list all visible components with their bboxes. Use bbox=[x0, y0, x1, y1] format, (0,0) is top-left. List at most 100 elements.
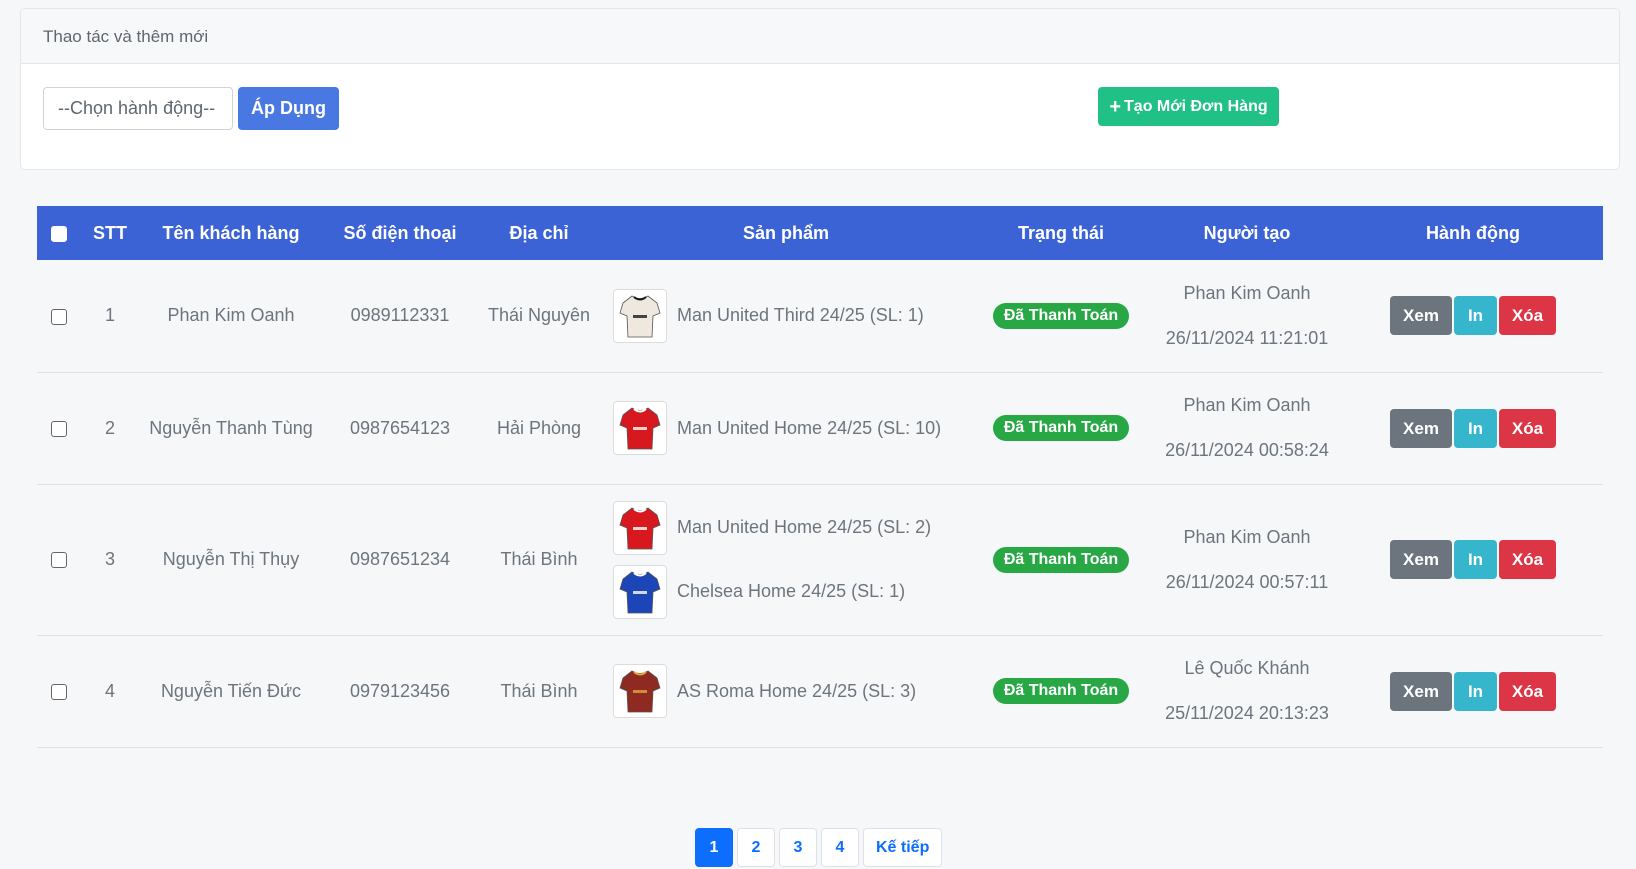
column-header: STT bbox=[93, 222, 127, 243]
row-checkbox[interactable] bbox=[51, 683, 67, 700]
row-select-cell bbox=[37, 484, 81, 636]
customer-name: Nguyễn Tiến Đức bbox=[139, 635, 323, 748]
product-name: Man United Third 24/25 (SL: 1) bbox=[677, 305, 924, 326]
status-cell: Đã Thanh Toán bbox=[971, 372, 1151, 485]
jersey-icon bbox=[619, 571, 661, 613]
page-button-4[interactable]: 4 bbox=[821, 828, 859, 867]
next-page-button[interactable]: Kế tiếp bbox=[863, 828, 943, 867]
status-cell: Đã Thanh Toán bbox=[971, 260, 1151, 373]
products-cell: Man United Home 24/25 (SL: 2) Chelsea Ho… bbox=[601, 484, 971, 636]
pagination: 1 2 3 4 Kế tiếp bbox=[695, 828, 943, 867]
status-badge: Đã Thanh Toán bbox=[992, 302, 1130, 329]
row-select-cell bbox=[37, 372, 81, 485]
delete-button[interactable]: Xóa bbox=[1499, 408, 1556, 448]
created-at: 26/11/2024 00:58:24 bbox=[1165, 440, 1329, 460]
orders-table: STT Tên khách hàng Số điện thoại Địa chỉ… bbox=[37, 206, 1603, 748]
jersey-thumbnail bbox=[613, 664, 667, 718]
page-button-1[interactable]: 1 bbox=[695, 828, 733, 867]
column-header: Người tạo bbox=[1203, 222, 1291, 243]
row-checkbox[interactable] bbox=[51, 308, 67, 325]
create-order-label: Tạo Mới Đơn Hàng bbox=[1124, 97, 1268, 115]
row-checkbox[interactable] bbox=[51, 420, 67, 437]
product-line: Man United Third 24/25 (SL: 1) bbox=[613, 286, 971, 346]
jersey-thumbnail bbox=[613, 564, 667, 619]
creator-name: Phan Kim Oanh bbox=[1183, 282, 1311, 303]
customer-name: Nguyễn Thanh Tùng bbox=[139, 372, 323, 485]
select-all-cell bbox=[37, 206, 81, 260]
product-name: Chelsea Home 24/25 (SL: 1) bbox=[677, 581, 906, 601]
product-line: Man United Home 24/25 (SL: 10) bbox=[613, 398, 971, 458]
column-header: Hành động bbox=[1426, 222, 1520, 243]
apply-button[interactable]: Áp Dụng bbox=[238, 87, 339, 130]
column-header: Số điện thoại bbox=[343, 222, 457, 243]
creator-name: Phan Kim Oanh bbox=[1183, 526, 1311, 547]
creator-cell: Lê Quốc Khánh 25/11/2024 20:13:23 bbox=[1151, 635, 1343, 748]
customer-name: Nguyễn Thị Thụy bbox=[139, 484, 323, 636]
actions-cell: Xem In Xóa bbox=[1343, 484, 1603, 636]
page-button-3[interactable]: 3 bbox=[779, 828, 817, 867]
action-panel: Thao tác và thêm mới --Chọn hành động-- … bbox=[20, 8, 1620, 170]
products-cell: Man United Home 24/25 (SL: 10) bbox=[601, 372, 971, 485]
row-index: 2 bbox=[81, 372, 139, 485]
print-button[interactable]: In bbox=[1454, 408, 1497, 448]
jersey-icon bbox=[619, 670, 661, 713]
delete-button[interactable]: Xóa bbox=[1499, 540, 1556, 579]
address: Hải Phòng bbox=[477, 372, 601, 485]
customer-name: Phan Kim Oanh bbox=[139, 260, 323, 373]
delete-button[interactable]: Xóa bbox=[1499, 296, 1556, 336]
create-order-button[interactable]: + Tạo Mới Đơn Hàng bbox=[1098, 87, 1279, 126]
print-button[interactable]: In bbox=[1454, 540, 1497, 579]
status-cell: Đã Thanh Toán bbox=[971, 635, 1151, 748]
plus-icon: + bbox=[1109, 95, 1122, 118]
column-header: Sản phẩm bbox=[742, 222, 830, 243]
phone-number: 0987651234 bbox=[323, 484, 477, 636]
column-header: Tên khách hàng bbox=[162, 222, 300, 243]
table-row: 1 Phan Kim Oanh 0989112331 Thái Nguyên M… bbox=[37, 260, 1603, 373]
view-button[interactable]: Xem bbox=[1390, 296, 1452, 336]
created-at: 25/11/2024 20:13:23 bbox=[1165, 703, 1329, 723]
products-cell: AS Roma Home 24/25 (SL: 3) bbox=[601, 635, 971, 748]
page-button-2[interactable]: 2 bbox=[737, 828, 775, 867]
print-button[interactable]: In bbox=[1454, 296, 1497, 336]
view-button[interactable]: Xem bbox=[1390, 408, 1452, 448]
table-row: 2 Nguyễn Thanh Tùng 0987654123 Hải Phòng… bbox=[37, 372, 1603, 485]
product-line: Man United Home 24/25 (SL: 2) bbox=[613, 498, 971, 558]
jersey-thumbnail bbox=[613, 401, 667, 455]
product-name: Man United Home 24/25 (SL: 10) bbox=[677, 417, 942, 438]
jersey-icon bbox=[619, 507, 661, 549]
status-badge: Đã Thanh Toán bbox=[992, 546, 1130, 573]
jersey-icon bbox=[619, 295, 661, 338]
creator-cell: Phan Kim Oanh 26/11/2024 00:57:11 bbox=[1151, 484, 1343, 636]
view-button[interactable]: Xem bbox=[1390, 671, 1452, 711]
phone-number: 0989112331 bbox=[323, 260, 477, 373]
row-index: 1 bbox=[81, 260, 139, 373]
phone-number: 0979123456 bbox=[323, 635, 477, 748]
row-index: 3 bbox=[81, 484, 139, 636]
row-checkbox[interactable] bbox=[51, 552, 67, 569]
created-at: 26/11/2024 11:21:01 bbox=[1165, 327, 1329, 348]
print-button[interactable]: In bbox=[1454, 671, 1497, 711]
created-at: 26/11/2024 00:57:11 bbox=[1165, 571, 1329, 592]
creator-name: Lê Quốc Khánh bbox=[1184, 658, 1310, 678]
column-header: Địa chỉ bbox=[509, 222, 569, 243]
table-row: 3 Nguyễn Thị Thụy 0987651234 Thái Bình M… bbox=[37, 484, 1603, 636]
jersey-icon bbox=[619, 407, 661, 450]
product-line: AS Roma Home 24/25 (SL: 3) bbox=[613, 661, 971, 721]
address: Thái Bình bbox=[477, 484, 601, 636]
product-line: Chelsea Home 24/25 (SL: 1) bbox=[613, 562, 971, 622]
jersey-thumbnail bbox=[613, 500, 667, 555]
column-header: Trạng thái bbox=[1017, 222, 1104, 243]
select-all-checkbox[interactable] bbox=[51, 225, 67, 242]
status-cell: Đã Thanh Toán bbox=[971, 484, 1151, 636]
creator-name: Phan Kim Oanh bbox=[1183, 395, 1311, 415]
view-button[interactable]: Xem bbox=[1390, 540, 1452, 579]
delete-button[interactable]: Xóa bbox=[1499, 671, 1556, 711]
bulk-action-select[interactable]: --Chọn hành động-- bbox=[43, 87, 233, 130]
status-badge: Đã Thanh Toán bbox=[992, 678, 1130, 704]
address: Thái Nguyên bbox=[477, 260, 601, 373]
creator-cell: Phan Kim Oanh 26/11/2024 11:21:01 bbox=[1151, 260, 1343, 373]
actions-cell: Xem In Xóa bbox=[1343, 635, 1603, 748]
address: Thái Bình bbox=[477, 635, 601, 748]
table-row: 4 Nguyễn Tiến Đức 0979123456 Thái Bình A… bbox=[37, 635, 1603, 748]
actions-cell: Xem In Xóa bbox=[1343, 372, 1603, 485]
